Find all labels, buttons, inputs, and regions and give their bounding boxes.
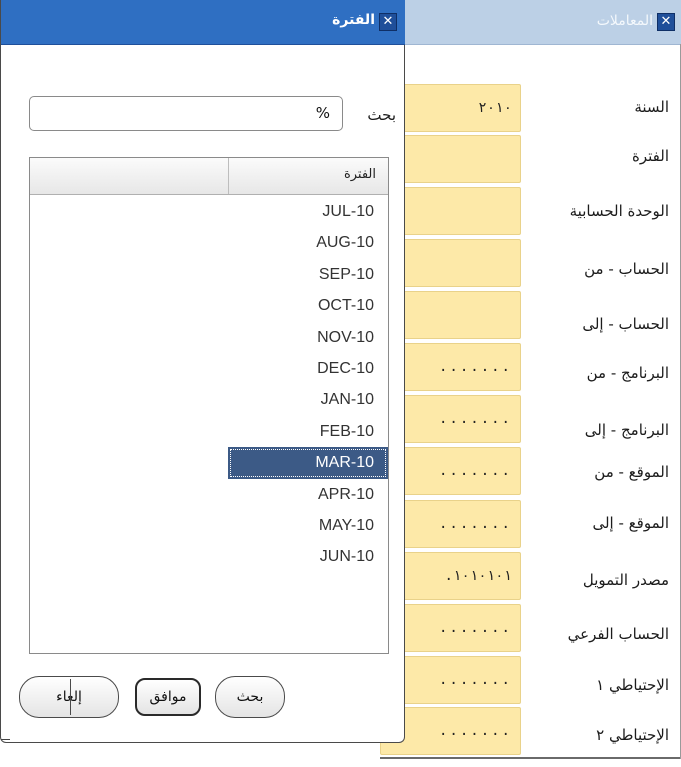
program-to-label: البرنامج - إلى	[584, 421, 669, 439]
list-item[interactable]: JUL-10	[30, 196, 388, 227]
column-header-label: الفترة	[343, 167, 376, 182]
funding-source-label: مصدر التمويل	[582, 571, 669, 589]
list-item[interactable]: APR-10	[30, 479, 388, 510]
list-item[interactable]: FEB-10	[30, 416, 388, 447]
site-to-label: الموقع - إلى	[592, 514, 669, 532]
ok-button[interactable]: موافق	[135, 678, 201, 716]
cancel-button[interactable]: إلغاء	[19, 676, 119, 718]
period-dialog-title: الفترة	[332, 12, 375, 28]
window-bottom-border	[380, 757, 681, 759]
sub-account-label: الحساب الفرعي	[567, 625, 669, 643]
reserve-2-label: الإحتياطي ٢	[596, 726, 669, 744]
transactions-titlebar: ✕ المعاملات	[380, 0, 681, 45]
period-list-rows: JUL-10 AUG-10 SEP-10 OCT-10 NOV-10 DEC-1…	[30, 196, 388, 573]
reserve-1-label: الإحتياطي ١	[596, 676, 669, 694]
list-item[interactable]: JUN-10	[30, 541, 388, 572]
period-column-header[interactable]: الفترة	[30, 158, 388, 195]
period-dialog-titlebar[interactable]: ✕ الفترة	[1, 0, 405, 45]
close-icon[interactable]: ✕	[379, 13, 397, 31]
period-lov-dialog: ✕ الفترة بحث % الفترة JUL-10 AUG-10 SEP-…	[0, 0, 405, 743]
list-item[interactable]: DEC-10	[30, 353, 388, 384]
account-to-label: الحساب - إلى	[582, 315, 669, 333]
transactions-title: المعاملات	[596, 13, 653, 29]
column-divider	[228, 158, 229, 194]
list-item[interactable]: MAY-10	[30, 510, 388, 541]
period-label: الفترة	[632, 147, 669, 165]
button-separator	[70, 679, 71, 715]
year-label: السنة	[634, 98, 669, 116]
period-list: الفترة JUL-10 AUG-10 SEP-10 OCT-10 NOV-1…	[29, 157, 389, 654]
search-button[interactable]: بحث	[215, 676, 285, 718]
account-from-label: الحساب - من	[584, 260, 669, 278]
list-item[interactable]: SEP-10	[30, 259, 388, 290]
accounting-unit-label: الوحدة الحسابية	[569, 202, 669, 220]
program-from-label: البرنامج - من	[586, 364, 669, 382]
list-item[interactable]: JAN-10	[30, 384, 388, 415]
list-item[interactable]: NOV-10	[30, 322, 388, 353]
resize-grip[interactable]	[1, 739, 10, 744]
site-from-label: الموقع - من	[594, 463, 669, 481]
list-item[interactable]: AUG-10	[30, 227, 388, 258]
search-label: بحث	[367, 106, 396, 124]
search-input[interactable]: %	[29, 96, 343, 131]
close-icon[interactable]: ✕	[657, 13, 675, 31]
cancel-button-label: إلغاء	[56, 689, 82, 705]
list-item[interactable]: OCT-10	[30, 290, 388, 321]
list-item-selected[interactable]: MAR-10	[228, 447, 388, 479]
